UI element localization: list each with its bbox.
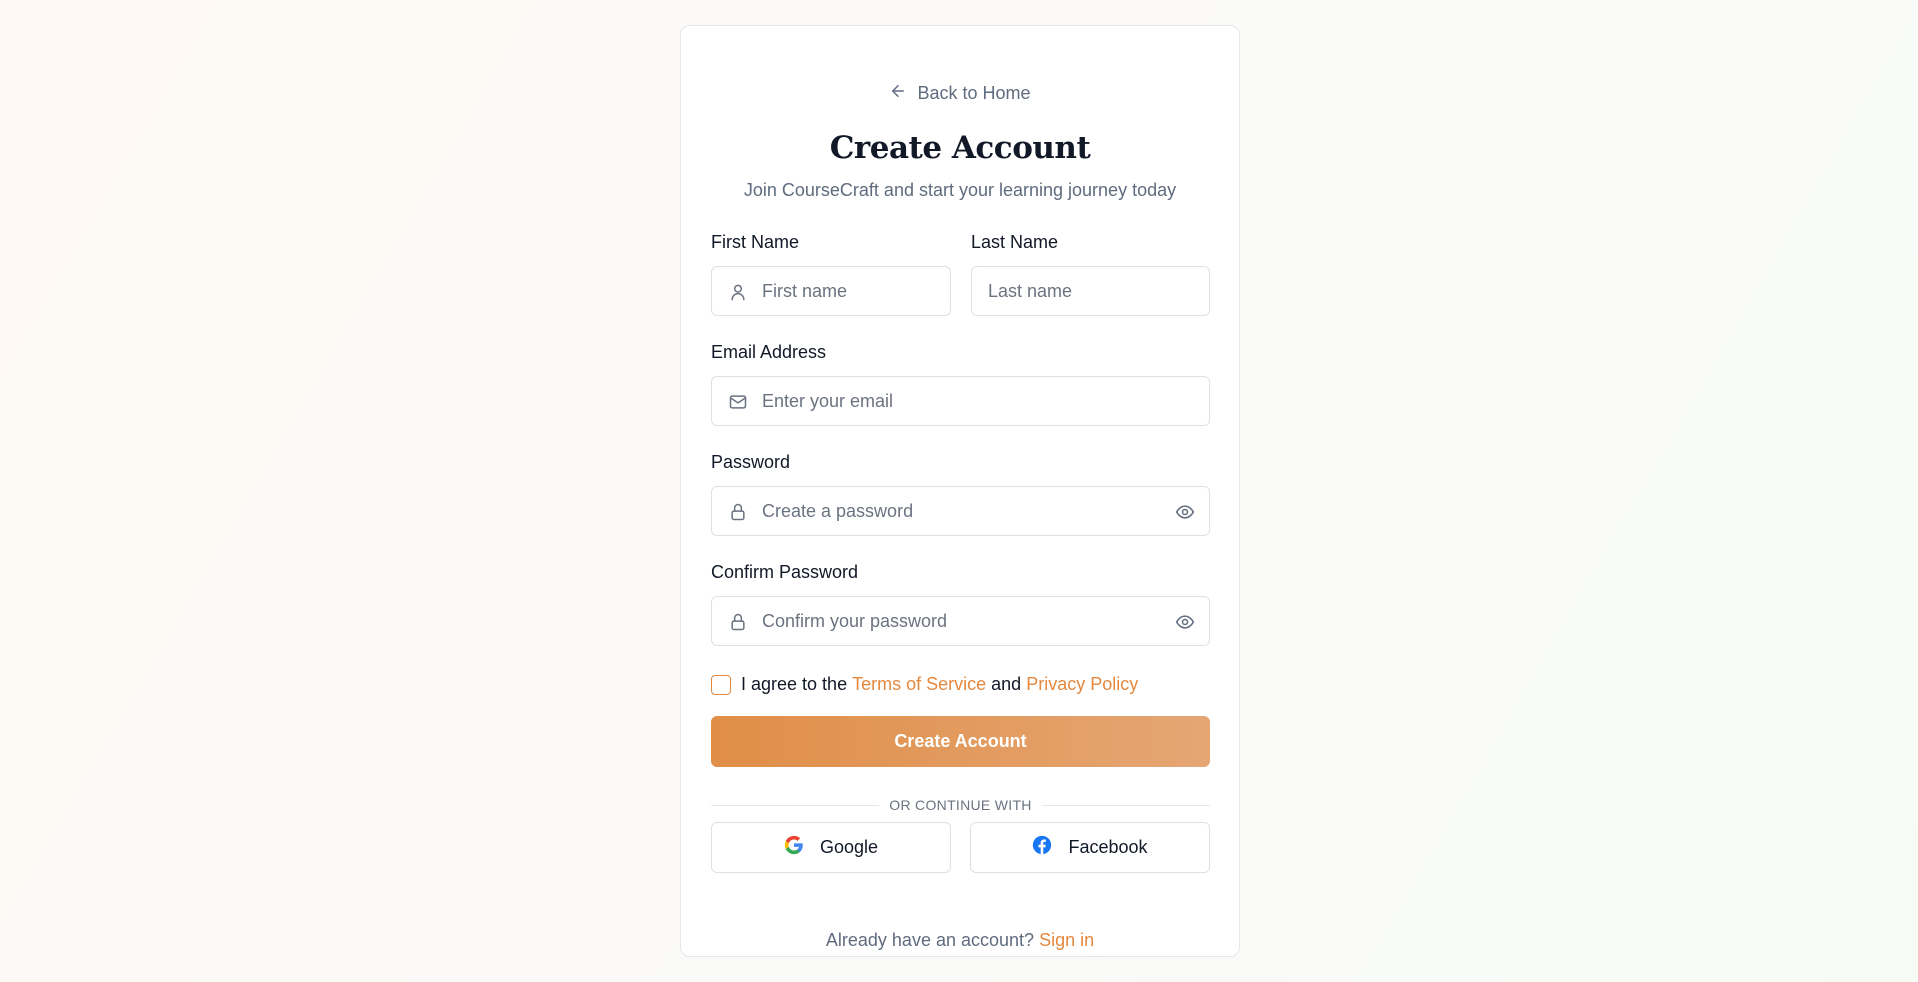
create-account-button[interactable]: Create Account — [711, 716, 1210, 767]
divider-text: OR CONTINUE WITH — [889, 797, 1032, 813]
back-to-home-label: Back to Home — [917, 83, 1031, 103]
google-button[interactable]: Google — [711, 822, 951, 873]
signin-prompt-text: Already have an account? — [825, 930, 1035, 950]
email-field[interactable] — [711, 376, 1210, 426]
email-input[interactable] — [712, 377, 1209, 425]
google-label: Google — [819, 837, 879, 857]
facebook-label: Facebook — [1068, 837, 1148, 857]
confirm-password-field[interactable] — [711, 596, 1210, 646]
last-name-input[interactable] — [972, 267, 1209, 315]
google-icon — [784, 835, 804, 860]
signin-prompt: Already have an account? Sign in — [681, 930, 1239, 951]
privacy-policy-link[interactable]: Privacy Policy — [1026, 674, 1138, 695]
terms-agreement: I agree to the Terms of Service and Priv… — [711, 674, 1138, 695]
page-subtitle: Join CourseCraft and start your learning… — [743, 180, 1177, 200]
user-icon — [728, 282, 748, 302]
eye-icon[interactable] — [1175, 612, 1195, 632]
lock-icon — [728, 502, 748, 522]
sign-in-link[interactable]: Sign in — [1039, 930, 1094, 950]
arrow-left-icon — [889, 82, 907, 105]
confirm-password-label: Confirm Password — [711, 562, 859, 582]
last-name-field[interactable] — [971, 266, 1210, 316]
password-field[interactable] — [711, 486, 1210, 536]
agree-prefix-text: I agree to the — [741, 674, 848, 694]
terms-of-service-link[interactable]: Terms of Service — [852, 674, 986, 695]
divider-line — [1041, 804, 1210, 806]
facebook-button[interactable]: Facebook — [970, 822, 1210, 873]
first-name-label: First Name — [711, 232, 800, 252]
page-title: Create Account — [829, 130, 1091, 166]
terms-checkbox[interactable] — [711, 674, 731, 695]
mail-icon — [728, 392, 748, 412]
password-label: Password — [711, 452, 791, 472]
first-name-field[interactable] — [711, 266, 951, 316]
email-label: Email Address — [711, 342, 827, 362]
facebook-icon — [1032, 835, 1052, 860]
divider-line — [711, 804, 880, 806]
lock-icon — [728, 612, 748, 632]
back-to-home-link[interactable]: Back to Home — [681, 82, 1239, 105]
social-divider: OR CONTINUE WITH — [711, 797, 1210, 813]
confirm-password-input[interactable] — [712, 597, 1209, 645]
last-name-label: Last Name — [971, 232, 1059, 252]
password-input[interactable] — [712, 487, 1209, 535]
signup-card: Back to Home Create Account Join CourseC… — [680, 25, 1240, 957]
eye-icon[interactable] — [1175, 502, 1195, 522]
agree-middle-text: and — [991, 674, 1022, 694]
